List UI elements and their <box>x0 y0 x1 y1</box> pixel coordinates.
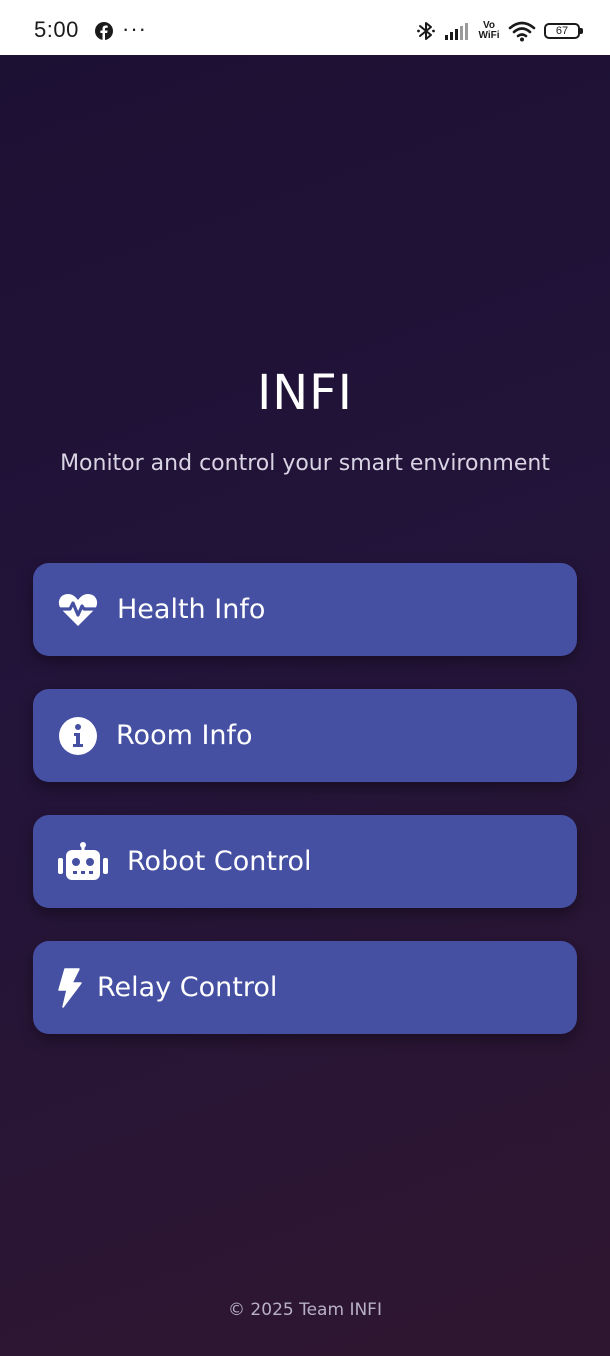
facebook-icon <box>95 22 113 40</box>
phone-screen: 5:00 ··· Vo WiFi 67 INFI Monitor and con… <box>0 0 610 1356</box>
status-bar: 5:00 ··· Vo WiFi 67 <box>0 0 610 55</box>
room-info-button[interactable]: Room Info <box>33 689 577 782</box>
signal-strength-icon <box>445 23 468 40</box>
room-info-label: Room Info <box>116 719 253 751</box>
bluetooth-icon <box>417 22 435 40</box>
footer-copyright: © 2025 Team INFI <box>228 1300 382 1320</box>
more-notifications-icon: ··· <box>122 16 147 41</box>
info-circle-icon <box>57 716 98 756</box>
robot-control-label: Robot Control <box>127 845 312 877</box>
battery-level: 67 <box>555 25 569 37</box>
health-info-button[interactable]: Health Info <box>33 563 577 656</box>
robot-control-button[interactable]: Robot Control <box>33 815 577 908</box>
app-subtitle: Monitor and control your smart environme… <box>60 451 550 476</box>
app-title: INFI <box>257 365 353 421</box>
bolt-icon <box>57 967 83 1008</box>
relay-control-label: Relay Control <box>97 971 278 1003</box>
robot-icon <box>57 841 109 882</box>
wifi-icon <box>508 21 536 42</box>
app-main: INFI Monitor and control your smart envi… <box>0 55 610 1356</box>
heartbeat-icon <box>57 592 99 628</box>
battery-indicator: 67 <box>544 23 583 39</box>
relay-control-button[interactable]: Relay Control <box>33 941 577 1034</box>
health-info-label: Health Info <box>117 593 266 625</box>
vowifi-label: Vo WiFi <box>478 20 500 41</box>
status-time: 5:00 <box>34 17 79 42</box>
vowifi-icon: Vo WiFi <box>478 21 500 41</box>
status-icons: Vo WiFi 67 <box>416 18 583 44</box>
